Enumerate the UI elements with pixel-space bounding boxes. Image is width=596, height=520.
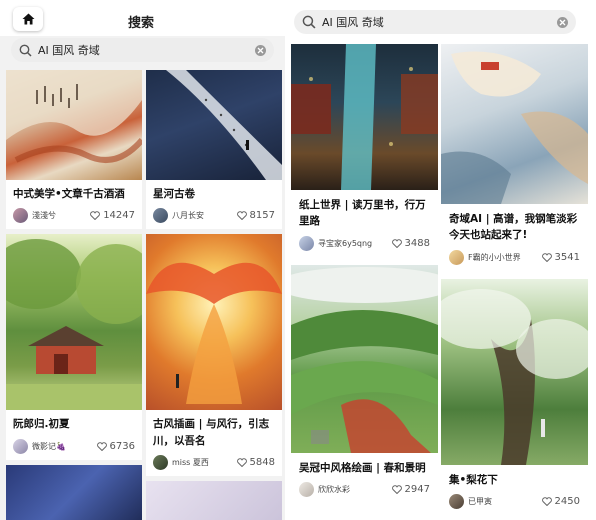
result-card[interactable]: 纸上世界 | 读万里书，行万里路 寻宝家6y5qng 3488 [291, 44, 438, 259]
result-image [6, 464, 142, 520]
like-count: 3488 [404, 237, 430, 249]
card-title: 星河古卷 [153, 188, 195, 200]
result-image [441, 44, 588, 204]
clear-search-button[interactable] [255, 44, 266, 56]
card-title: 纸上世界 | 读万里书，行万里路 [299, 199, 426, 228]
card-title: 奇域AI | 高谱，我钢笔淡彩今天也站起来了! [449, 213, 578, 242]
heart-icon [90, 211, 101, 221]
result-card[interactable]: 中式美学•文章千古酒酒 淺淺兮 14247 [6, 70, 142, 230]
card-title: 中式美学•文章千古酒酒 [13, 188, 125, 200]
result-image [146, 70, 282, 180]
heart-icon [391, 485, 402, 494]
search-icon [302, 15, 316, 29]
card-title: 集•梨花下 [449, 473, 498, 486]
top-bar: 搜索 [0, 0, 285, 36]
heart-icon [96, 441, 107, 451]
like-button[interactable]: 3488 [391, 237, 430, 249]
results-column: 奇域AI | 高谱，我钢笔淡彩今天也站起来了! F霸的小小世界 3541 集•梨… [441, 44, 588, 517]
heart-icon [541, 252, 552, 262]
avatar[interactable] [13, 438, 28, 454]
close-icon [559, 19, 566, 25]
like-button[interactable]: 14247 [90, 210, 135, 221]
card-meta: 微影记🍇 6736 [6, 433, 142, 460]
avatar[interactable] [299, 481, 314, 497]
results-column: 中式美学•文章千古酒酒 淺淺兮 14247 阮郎归.初夏 微影记🍇 6736 [6, 70, 142, 520]
results-grid: 中式美学•文章千古酒酒 淺淺兮 14247 阮郎归.初夏 微影记🍇 6736 星… [6, 70, 282, 520]
card-title: 阮郎归.初夏 [13, 418, 70, 431]
author-name[interactable]: 已甲寅 [468, 496, 542, 507]
heart-icon [236, 211, 247, 221]
avatar[interactable] [153, 208, 168, 224]
like-button[interactable]: 3541 [541, 251, 580, 263]
card-meta: 八月长安 8157 [146, 202, 282, 229]
results-grid: 纸上世界 | 读万里书，行万里路 寻宝家6y5qng 3488 吴冠中风格绘画 … [291, 44, 588, 517]
author-name[interactable]: F霸的小小世界 [468, 252, 542, 263]
card-meta: F霸的小小世界 3541 [441, 244, 588, 273]
author-name[interactable]: 寻宝家6y5qng [318, 238, 392, 249]
heart-icon [541, 497, 552, 506]
like-button[interactable]: 8157 [236, 210, 275, 222]
close-icon [257, 47, 264, 53]
left-phone-screen: 搜索 AI 国风 奇域 中式美学•文章千古酒酒 淺淺兮 14247 阮郎归.初夏… [0, 0, 285, 520]
page-title: 搜索 [128, 16, 155, 31]
result-image [6, 234, 142, 411]
author-name[interactable]: 欣欣水彩 [318, 484, 392, 495]
result-card-partial[interactable] [6, 464, 142, 520]
author-name[interactable]: 微影记🍇 [32, 441, 97, 452]
like-count: 3541 [554, 251, 580, 263]
like-count: 2450 [554, 495, 580, 507]
card-meta: 欣欣水彩 2947 [291, 476, 438, 505]
like-count: 5848 [249, 456, 275, 468]
avatar[interactable] [449, 249, 464, 265]
result-card[interactable]: 集•梨花下 已甲寅 2450 [441, 278, 588, 517]
result-image [291, 44, 438, 190]
search-bar[interactable]: AI 国风 奇域 [294, 10, 576, 34]
right-phone-screen: AI 国风 奇域 纸上世界 | 读万里书，行万里路 寻宝家6y5qng 3488… [288, 0, 594, 520]
card-title: 吴冠中风格绘画 | 春和景明 [299, 461, 426, 474]
card-meta: miss 夏西 5848 [146, 449, 282, 476]
home-button[interactable] [13, 7, 43, 31]
like-count: 6736 [109, 440, 135, 452]
like-count: 14247 [103, 210, 135, 222]
avatar[interactable] [299, 235, 314, 251]
like-button[interactable]: 2947 [391, 483, 430, 495]
like-button[interactable]: 2450 [541, 495, 580, 507]
home-icon [22, 13, 34, 25]
result-card-partial[interactable] [146, 480, 282, 520]
result-card[interactable]: 奇域AI | 高谱，我钢笔淡彩今天也站起来了! F霸的小小世界 3541 [441, 44, 588, 273]
card-meta: 寻宝家6y5qng 3488 [291, 230, 438, 259]
author-name[interactable]: miss 夏西 [172, 457, 237, 468]
card-title: 古风插画 | 与风行，引志川，以吾名 [153, 418, 270, 447]
avatar[interactable] [449, 493, 464, 509]
clear-search-button[interactable] [557, 16, 568, 28]
search-input[interactable]: AI 国风 奇域 [322, 14, 557, 30]
like-count: 8157 [249, 210, 275, 222]
result-card[interactable]: 古风插画 | 与风行，引志川，以吾名 miss 夏西 5848 [146, 234, 282, 476]
results-column: 星河古卷 八月长安 8157 古风插画 | 与风行，引志川，以吾名 miss 夏… [146, 70, 282, 520]
search-bar[interactable]: AI 国风 奇域 [11, 38, 274, 62]
results-column: 纸上世界 | 读万里书，行万里路 寻宝家6y5qng 3488 吴冠中风格绘画 … [291, 44, 438, 517]
like-button[interactable]: 6736 [96, 440, 135, 452]
heart-icon [391, 238, 402, 248]
search-icon [19, 44, 32, 57]
avatar[interactable] [13, 208, 28, 224]
result-image [146, 480, 282, 520]
result-image [291, 264, 438, 453]
result-image [441, 278, 588, 465]
result-card[interactable]: 吴冠中风格绘画 | 春和景明 欣欣水彩 2947 [291, 264, 438, 505]
like-button[interactable]: 5848 [236, 456, 275, 468]
result-image [146, 234, 282, 411]
author-name[interactable]: 淺淺兮 [32, 210, 90, 221]
result-card[interactable]: 星河古卷 八月长安 8157 [146, 70, 282, 230]
heart-icon [236, 458, 247, 467]
result-card[interactable]: 阮郎归.初夏 微影记🍇 6736 [6, 234, 142, 460]
card-meta: 已甲寅 2450 [441, 488, 588, 517]
result-image [6, 70, 142, 180]
author-name[interactable]: 八月长安 [172, 210, 237, 221]
avatar[interactable] [153, 454, 168, 470]
card-meta: 淺淺兮 14247 [6, 202, 142, 229]
like-count: 2947 [404, 483, 430, 495]
search-input[interactable]: AI 国风 奇域 [38, 42, 255, 58]
